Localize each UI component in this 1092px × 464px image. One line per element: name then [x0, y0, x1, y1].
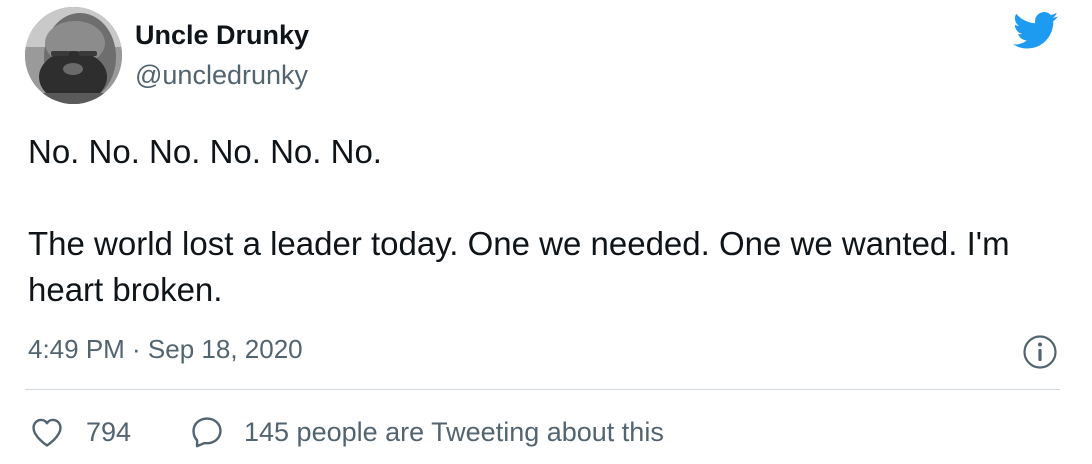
speech-bubble-icon	[192, 417, 222, 448]
avatar[interactable]	[25, 7, 122, 104]
tweet-text: No. No. No. No. No. No. The world lost a…	[28, 129, 1048, 313]
avatar-photo	[25, 7, 122, 104]
like-count: 794	[86, 416, 132, 447]
info-icon[interactable]	[1022, 334, 1058, 370]
heart-icon	[32, 418, 62, 447]
tweeting-about-link[interactable]: 145 people are Tweeting about this	[190, 412, 664, 452]
twitter-bird-icon[interactable]	[1013, 12, 1059, 50]
divider	[25, 389, 1060, 390]
tweet-timestamp[interactable]: 4:49 PM · Sep 18, 2020	[28, 334, 303, 365]
tweet-text-line: The world lost a leader today. One we ne…	[28, 225, 1010, 308]
tweet-card: Uncle Drunky @uncledrunky No. No. No. No…	[0, 0, 1092, 464]
author-handle[interactable]: @uncledrunky	[135, 60, 308, 91]
like-button[interactable]: 794	[30, 412, 131, 452]
tweet-text-line: No. No. No. No. No. No.	[28, 133, 382, 170]
author-display-name[interactable]: Uncle Drunky	[135, 20, 309, 51]
tweeting-about-text: 145 people are Tweeting about this	[244, 416, 664, 447]
